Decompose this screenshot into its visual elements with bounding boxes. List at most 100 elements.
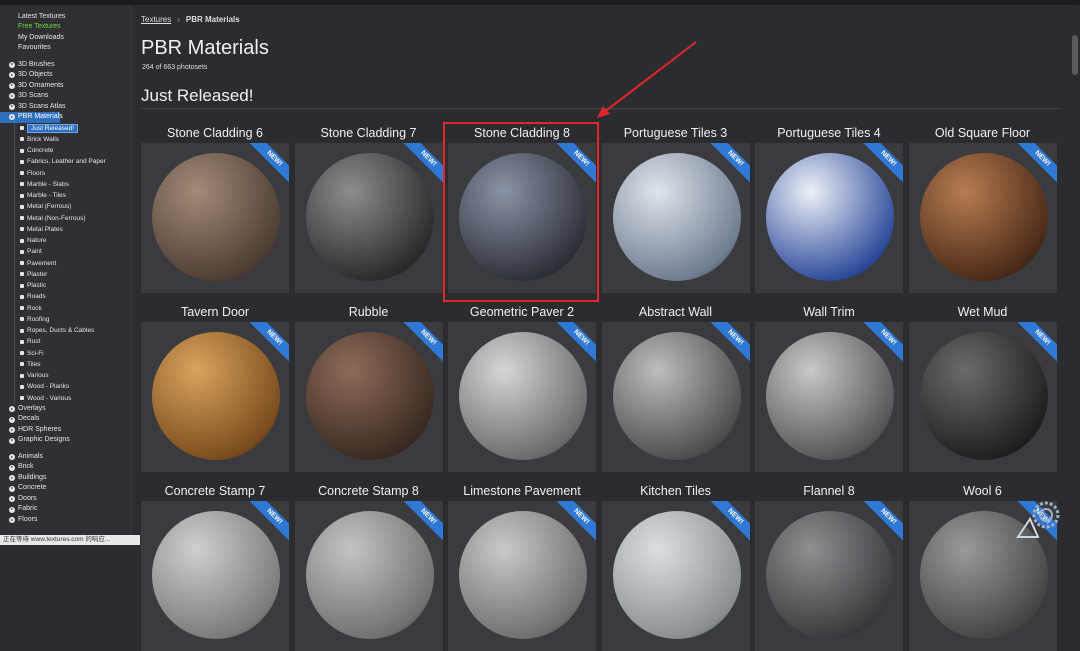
material-thumbnail[interactable]: NEW!	[602, 501, 750, 651]
sidebar-item-doors[interactable]: Doors	[0, 494, 131, 505]
sidebar-subitem-wood-planks[interactable]: Wood - Planks	[15, 381, 131, 392]
sidebar-subitem-marble-tiles[interactable]: Marble - Tiles	[15, 190, 131, 201]
material-thumbnail[interactable]: NEW!	[755, 143, 903, 293]
sidebar-item-3d-ornaments[interactable]: 3D Ornaments	[0, 81, 131, 92]
material-thumbnail[interactable]: NEW!	[909, 143, 1057, 293]
sidebar-item-decals[interactable]: Decals	[0, 414, 131, 425]
sidebar-subitem-nature[interactable]: Nature	[15, 235, 131, 246]
material-card[interactable]: Wet MudNEW!	[909, 302, 1057, 472]
material-thumbnail[interactable]: NEW!	[295, 143, 443, 293]
material-thumbnail[interactable]: NEW!	[448, 501, 596, 651]
material-name[interactable]: Kitchen Tiles	[602, 481, 750, 501]
material-thumbnail[interactable]: NEW!	[448, 143, 596, 293]
material-name[interactable]: Stone Cladding 8	[448, 123, 596, 143]
sidebar-item-graphic-designs[interactable]: Graphic Designs	[0, 435, 131, 446]
my-downloads-link[interactable]: My Downloads	[18, 33, 131, 43]
sidebar-subitem-wood-various[interactable]: Wood - Various	[15, 393, 131, 404]
material-name[interactable]: Rubble	[295, 302, 443, 322]
favourites-link[interactable]: Favourites	[18, 43, 131, 53]
sidebar-subitem-ropes-ducts-cables[interactable]: Ropes, Ducts & Cables	[15, 325, 131, 336]
material-thumbnail[interactable]: NEW!	[448, 322, 596, 472]
material-card[interactable]: RubbleNEW!	[295, 302, 443, 472]
sidebar-item-floors[interactable]: Floors	[0, 515, 131, 526]
sidebar-item-3d-brushes[interactable]: 3D Brushes	[0, 60, 131, 71]
material-name[interactable]: Stone Cladding 6	[141, 123, 289, 143]
sidebar-item-hdr-spheres[interactable]: HDR Spheres	[0, 425, 131, 436]
material-card[interactable]: Kitchen TilesNEW!	[602, 481, 750, 651]
sidebar-subitem-just-released[interactable]: Just Released!	[15, 123, 131, 134]
material-thumbnail[interactable]: NEW!	[755, 501, 903, 651]
sidebar-subitem-roads[interactable]: Roads	[15, 291, 131, 302]
material-name[interactable]: Stone Cladding 7	[295, 123, 443, 143]
material-name[interactable]: Old Square Floor	[909, 123, 1057, 143]
material-name[interactable]: Geometric Paver 2	[448, 302, 596, 322]
material-card[interactable]: Wall TrimNEW!	[755, 302, 903, 472]
sidebar-subitem-paint[interactable]: Paint	[15, 246, 131, 257]
material-thumbnail[interactable]: NEW!	[141, 501, 289, 651]
sidebar-subitem-sci-fi[interactable]: Sci-Fi	[15, 348, 131, 359]
sidebar-item-3d-objects[interactable]: 3D Objects	[0, 70, 131, 81]
sidebar-subitem-tiles[interactable]: Tiles	[15, 359, 131, 370]
material-card[interactable]: Limestone PavementNEW!	[448, 481, 596, 651]
material-thumbnail[interactable]: NEW!	[295, 501, 443, 651]
material-name[interactable]: Abstract Wall	[602, 302, 750, 322]
material-name[interactable]: Concrete Stamp 7	[141, 481, 289, 501]
sidebar-item-animals[interactable]: Animals	[0, 452, 131, 463]
sidebar-subitem-marble-slabs[interactable]: Marble - Slabs	[15, 179, 131, 190]
material-thumbnail[interactable]: NEW!	[141, 143, 289, 293]
material-card[interactable]: Portuguese Tiles 3NEW!	[602, 123, 750, 293]
sidebar-item-fabric[interactable]: Fabric	[0, 504, 131, 515]
material-name[interactable]: Concrete Stamp 8	[295, 481, 443, 501]
material-card[interactable]: Stone Cladding 7NEW!	[295, 123, 443, 293]
sidebar-subitem-metal-plates[interactable]: Metal Plates	[15, 224, 131, 235]
page-scrollbar[interactable]	[1070, 5, 1080, 545]
scrollbar-thumb[interactable]	[1072, 35, 1078, 75]
material-name[interactable]: Tavern Door	[141, 302, 289, 322]
material-name[interactable]: Portuguese Tiles 4	[755, 123, 903, 143]
latest-textures-link[interactable]: Latest Textures	[18, 12, 131, 22]
sidebar-subitem-metal-ferrous[interactable]: Metal (Ferrous)	[15, 201, 131, 212]
breadcrumb-textures-link[interactable]: Textures	[141, 15, 171, 24]
material-thumbnail[interactable]: NEW!	[295, 322, 443, 472]
sidebar-subitem-pavement[interactable]: Pavement	[15, 258, 131, 269]
sidebar-subitem-roofing[interactable]: Roofing	[15, 314, 131, 325]
sidebar-subitem-concrete[interactable]: Concrete	[15, 145, 131, 156]
material-name[interactable]: Wall Trim	[755, 302, 903, 322]
material-card[interactable]: Geometric Paver 2NEW!	[448, 302, 596, 472]
sidebar-subitem-plaster[interactable]: Plaster	[15, 269, 131, 280]
sidebar-item-overlays[interactable]: Overlays	[0, 404, 131, 415]
material-card[interactable]: Portuguese Tiles 4NEW!	[755, 123, 903, 293]
sidebar-item-buildings[interactable]: Buildings	[0, 473, 131, 484]
material-card[interactable]: Tavern DoorNEW!	[141, 302, 289, 472]
material-thumbnail[interactable]: NEW!	[602, 322, 750, 472]
material-name[interactable]: Portuguese Tiles 3	[602, 123, 750, 143]
material-card[interactable]: Old Square FloorNEW!	[909, 123, 1057, 293]
sidebar-item-pbr-materials[interactable]: PBR Materials	[0, 112, 60, 123]
material-card[interactable]: Abstract WallNEW!	[602, 302, 750, 472]
material-card[interactable]: Stone Cladding 6NEW!	[141, 123, 289, 293]
sidebar-item-concrete[interactable]: Concrete	[0, 483, 131, 494]
material-thumbnail[interactable]: NEW!	[141, 322, 289, 472]
sidebar-subitem-brick-walls[interactable]: Brick Walls	[15, 134, 131, 145]
material-card[interactable]: Flannel 8NEW!	[755, 481, 903, 651]
free-textures-link[interactable]: Free Textures	[18, 22, 131, 32]
sidebar-item-brick[interactable]: Brick	[0, 462, 131, 473]
material-thumbnail[interactable]: NEW!	[602, 143, 750, 293]
material-thumbnail[interactable]: NEW!	[909, 322, 1057, 472]
material-thumbnail[interactable]: NEW!	[755, 322, 903, 472]
sidebar-subitem-rock[interactable]: Rock	[15, 303, 131, 314]
sidebar-item-3d-scans-atlas[interactable]: 3D Scans Atlas	[0, 102, 131, 113]
sidebar-subitem-plastic[interactable]: Plastic	[15, 280, 131, 291]
material-card[interactable]: Concrete Stamp 7NEW!	[141, 481, 289, 651]
material-name[interactable]: Flannel 8	[755, 481, 903, 501]
sidebar-subitem-floors[interactable]: Floors	[15, 168, 131, 179]
sidebar-subitem-metal-non-ferrous[interactable]: Metal (Non-Ferrous)	[15, 213, 131, 224]
sidebar-subitem-rust[interactable]: Rust	[15, 336, 131, 347]
sidebar-subitem-various[interactable]: Various	[15, 370, 131, 381]
sidebar-subitem-fabrics-leather-and-paper[interactable]: Fabrics, Leather and Paper	[15, 156, 131, 167]
material-name[interactable]: Wet Mud	[909, 302, 1057, 322]
material-card[interactable]: Concrete Stamp 8NEW!	[295, 481, 443, 651]
material-name[interactable]: Limestone Pavement	[448, 481, 596, 501]
material-card[interactable]: Stone Cladding 8NEW!	[448, 123, 596, 293]
sidebar-item-3d-scans[interactable]: 3D Scans	[0, 91, 131, 102]
